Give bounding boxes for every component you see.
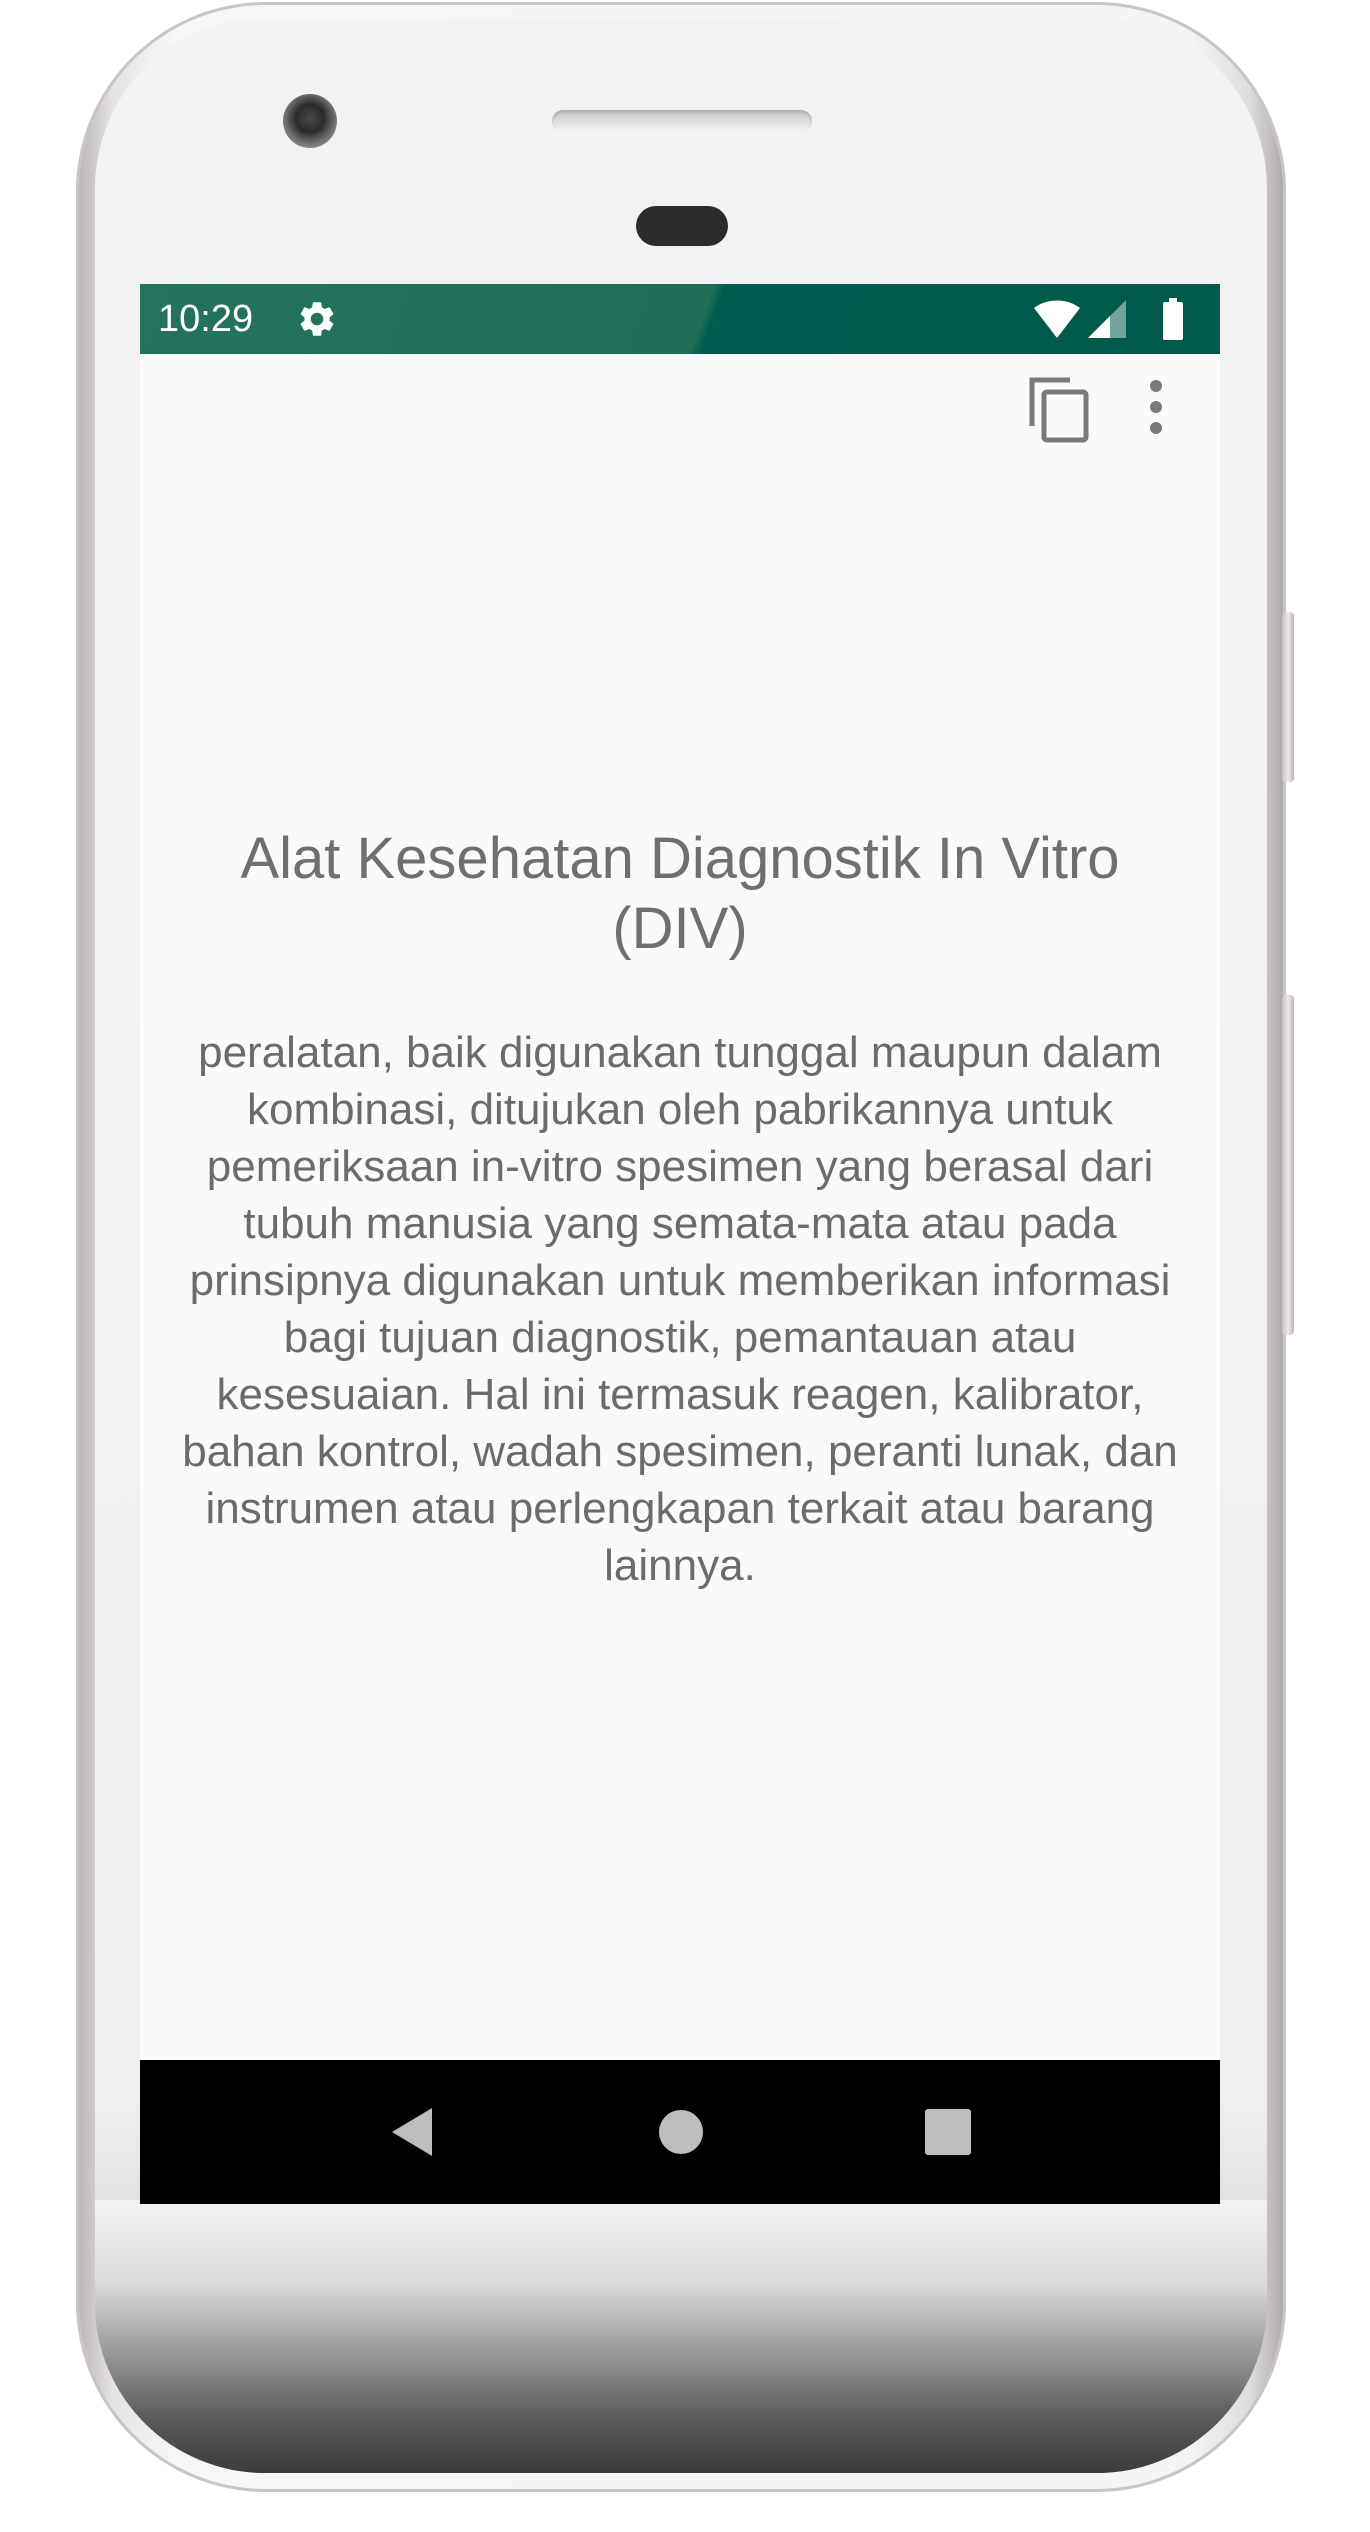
page-title: Alat Kesehatan Diagnostik In Vitro (DIV) [240,826,1120,961]
definition-text: peralatan, baik digunakan tunggal maupun… [182,1028,1178,1590]
front-camera [283,94,337,148]
phone-bottom-shadow [95,2200,1267,2473]
home-circle-icon[interactable] [651,2102,711,2162]
recents-square-icon[interactable] [918,2102,978,2162]
status-icons [1032,296,1202,342]
earpiece [636,206,728,246]
power-button [1282,995,1294,1335]
app-toolbar [140,354,1220,454]
more-vert-icon[interactable] [1138,374,1174,444]
signal-icon [1088,300,1126,338]
volume-button [1282,612,1294,782]
device-frame: 10:29 Alat Kesehatan Diagnostik In Vitro… [0,0,1370,2532]
copy-icon[interactable] [1026,374,1092,444]
status-bar: 10:29 [140,284,1220,354]
back-triangle-icon[interactable] [384,2102,444,2162]
wifi-icon [1034,300,1080,338]
gear-icon [296,298,338,340]
status-time: 10:29 [158,298,254,340]
screen: 10:29 Alat Kesehatan Diagnostik In Vitro… [140,284,1220,2204]
speaker-grill [552,110,812,132]
navigation-bar [140,2060,1220,2204]
definition-content: Alat Kesehatan Diagnostik In Vitro (DIV)… [170,824,1190,1594]
battery-icon [1163,298,1183,340]
